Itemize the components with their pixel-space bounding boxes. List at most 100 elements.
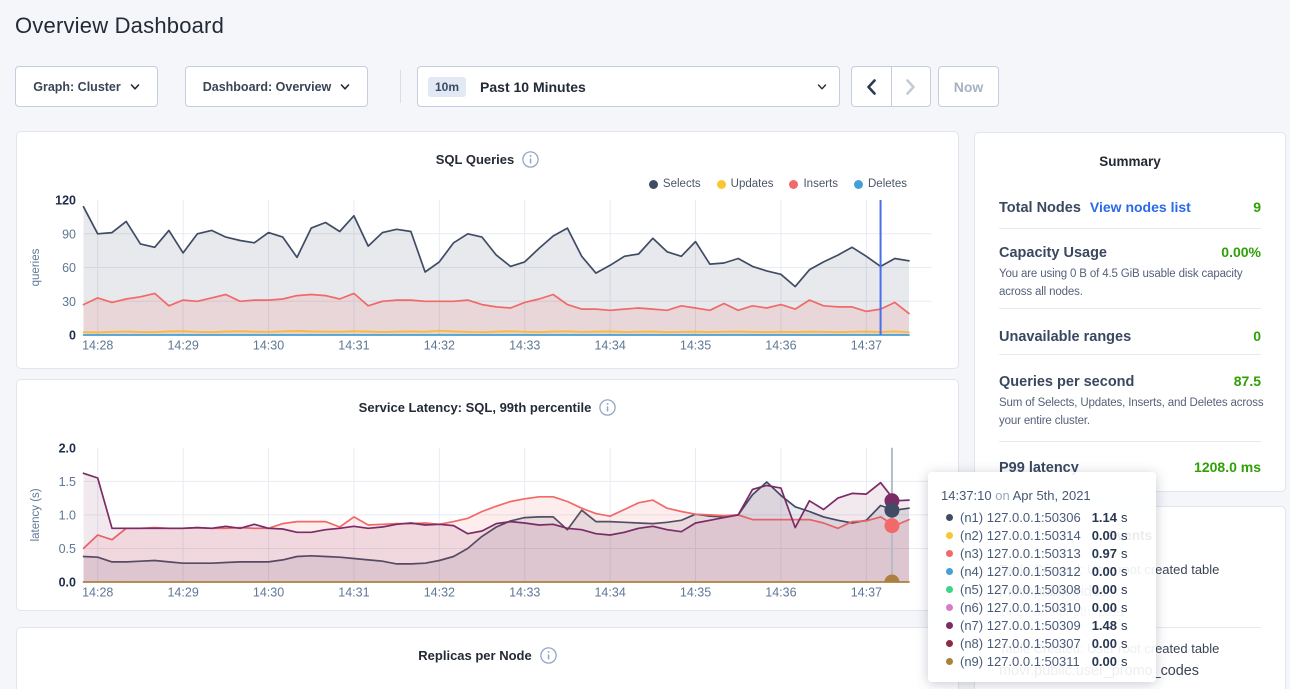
page-title: Overview Dashboard bbox=[15, 13, 224, 39]
info-circle-icon[interactable] bbox=[540, 647, 557, 664]
tooltip-node-row: (n1) 127.0.0.1:503061.14s bbox=[941, 508, 1129, 526]
svg-text:90: 90 bbox=[62, 227, 76, 241]
svg-text:60: 60 bbox=[62, 261, 76, 275]
chevron-down-icon bbox=[340, 82, 350, 92]
summary-row: Total NodesView nodes list9 bbox=[999, 199, 1261, 216]
tooltip-node-label: (n2) 127.0.0.1:50314 bbox=[960, 528, 1081, 543]
svg-text:14:36: 14:36 bbox=[765, 339, 796, 353]
svg-text:14:30: 14:30 bbox=[253, 339, 284, 353]
tooltip-node-label: (n7) 127.0.0.1:50309 bbox=[960, 618, 1081, 633]
svg-text:14:35: 14:35 bbox=[680, 586, 711, 600]
summary-row: Capacity Usage0.00% bbox=[999, 244, 1261, 261]
tooltip-node-label: (n5) 127.0.0.1:50308 bbox=[960, 582, 1081, 597]
summary-row-value: 1208.0 ms bbox=[1194, 459, 1261, 475]
chevron-down-icon bbox=[817, 82, 827, 92]
tooltip-node-label: (n8) 127.0.0.1:50307 bbox=[960, 636, 1081, 651]
svg-text:1.0: 1.0 bbox=[59, 508, 76, 522]
summary-row-value: 0 bbox=[1253, 328, 1261, 344]
tooltip-node-unit: s bbox=[1121, 546, 1129, 561]
tooltip-node-row: (n2) 127.0.0.1:50314 0.00 s bbox=[941, 526, 1129, 544]
svg-text:queries: queries bbox=[30, 248, 42, 286]
svg-text:14:29: 14:29 bbox=[167, 339, 198, 353]
tooltip-node-value: 0.97 bbox=[1092, 546, 1117, 561]
tooltip-node-row: (n4) 127.0.0.1:503120.00s bbox=[941, 562, 1129, 580]
time-next-button[interactable] bbox=[891, 67, 931, 106]
svg-text:2.0: 2.0 bbox=[59, 441, 76, 455]
time-range-dropdown[interactable]: 10m Past 10 Minutes bbox=[417, 66, 840, 107]
series-dot-icon bbox=[946, 622, 953, 629]
time-range-badge: 10m bbox=[428, 77, 466, 97]
time-prev-button[interactable] bbox=[852, 67, 891, 106]
time-range-label: Past 10 Minutes bbox=[480, 79, 586, 95]
tooltip-node-unit: s bbox=[1121, 654, 1129, 669]
svg-text:0.0: 0.0 bbox=[59, 576, 76, 590]
tooltip-node-value: 0.00 bbox=[1092, 528, 1117, 543]
summary-row-description: Sum of Selects, Updates, Inserts, and De… bbox=[999, 395, 1261, 430]
tooltip-node-unit: s bbox=[1121, 564, 1129, 579]
tooltip-node-value: 0.00 bbox=[1092, 582, 1117, 597]
svg-text:14:33: 14:33 bbox=[509, 339, 540, 353]
service-latency-plot[interactable]: 0.00.51.01.52.014:2814:2914:3014:3114:32… bbox=[17, 380, 960, 610]
svg-text:14:32: 14:32 bbox=[424, 586, 455, 600]
svg-text:0.5: 0.5 bbox=[59, 542, 76, 556]
series-dot-icon bbox=[946, 550, 953, 557]
summary-row-label: Unavailable ranges bbox=[999, 329, 1131, 345]
svg-text:120: 120 bbox=[55, 194, 76, 208]
dashboard-dropdown-label: Dashboard: Overview bbox=[203, 80, 332, 94]
replicas-per-node-chart-card: Replicas per Node bbox=[16, 627, 959, 689]
series-dot-icon bbox=[946, 640, 953, 647]
view-nodes-list-link[interactable]: View nodes list bbox=[1090, 199, 1191, 215]
graph-scope-dropdown[interactable]: Graph: Cluster bbox=[15, 66, 158, 107]
svg-text:14:36: 14:36 bbox=[765, 586, 796, 600]
tooltip-node-unit: s bbox=[1121, 600, 1129, 615]
series-dot-icon bbox=[946, 604, 953, 611]
sql-queries-chart-card: SQL Queries SelectsUpdatesInsertsDeletes… bbox=[16, 131, 959, 369]
svg-text:latency (s): latency (s) bbox=[30, 488, 42, 541]
tooltip-node-value: 0.00 bbox=[1092, 600, 1117, 615]
toolbar-divider bbox=[400, 70, 401, 103]
now-button[interactable]: Now bbox=[938, 66, 999, 107]
svg-text:14:31: 14:31 bbox=[338, 339, 369, 353]
tooltip-node-row: (n8) 127.0.0.1:503070.00s bbox=[941, 634, 1129, 652]
tooltip-node-row: (n6) 127.0.0.1:50310 0.00 s bbox=[941, 598, 1129, 616]
time-nav-group bbox=[851, 66, 931, 107]
dashboard-dropdown[interactable]: Dashboard: Overview bbox=[185, 66, 368, 107]
summary-divider bbox=[999, 308, 1261, 309]
tooltip-node-label: (n3) 127.0.0.1:50313 bbox=[960, 546, 1081, 561]
svg-text:14:31: 14:31 bbox=[338, 586, 369, 600]
summary-row-label: Capacity Usage bbox=[999, 245, 1107, 261]
tooltip-node-value: 1.14 bbox=[1092, 510, 1117, 525]
tooltip-timestamp: 14:37:10 on Apr 5th, 2021 bbox=[941, 488, 1129, 503]
chart-title-replicas-per-node: Replicas per Node bbox=[418, 648, 531, 663]
svg-text:14:33: 14:33 bbox=[509, 586, 540, 600]
tooltip-node-row: (n7) 127.0.0.1:50309 1.48 s bbox=[941, 616, 1129, 634]
chevron-left-icon bbox=[866, 79, 877, 95]
tooltip-node-value: 0.00 bbox=[1092, 636, 1117, 651]
summary-row-label: Queries per second bbox=[999, 374, 1134, 390]
tooltip-node-unit: s bbox=[1121, 528, 1129, 543]
service-latency-chart-card: Service Latency: SQL, 99th percentile 0.… bbox=[16, 379, 959, 611]
summary-row-description: You are using 0 B of 4.5 GiB usable disk… bbox=[999, 266, 1261, 301]
tooltip-node-row: (n9) 127.0.0.1:503110.00s bbox=[941, 652, 1129, 670]
tooltip-node-value: 0.00 bbox=[1092, 564, 1117, 579]
summary-row: Queries per second87.5 bbox=[999, 373, 1261, 390]
summary-title: Summary bbox=[999, 133, 1261, 169]
svg-text:30: 30 bbox=[62, 295, 76, 309]
tooltip-node-row: (n3) 127.0.0.1:50313 0.97 s bbox=[941, 544, 1129, 562]
summary-row-value: 9 bbox=[1253, 199, 1261, 215]
series-dot-icon bbox=[946, 658, 953, 665]
tooltip-node-value: 1.48 bbox=[1092, 618, 1117, 633]
svg-text:14:29: 14:29 bbox=[167, 586, 198, 600]
chevron-down-icon bbox=[130, 82, 140, 92]
svg-text:0: 0 bbox=[69, 329, 76, 343]
tooltip-node-label: (n6) 127.0.0.1:50310 bbox=[960, 600, 1081, 615]
svg-text:14:35: 14:35 bbox=[680, 339, 711, 353]
summary-divider bbox=[999, 354, 1261, 355]
tooltip-node-unit: s bbox=[1121, 618, 1129, 633]
svg-text:14:30: 14:30 bbox=[253, 586, 284, 600]
tooltip-node-label: (n1) 127.0.0.1:50306 bbox=[960, 510, 1081, 525]
series-dot-icon bbox=[946, 514, 953, 521]
svg-text:14:28: 14:28 bbox=[82, 339, 113, 353]
sql-queries-plot[interactable]: 030609012014:2814:2914:3014:3114:3214:33… bbox=[17, 132, 960, 368]
summary-panel: Summary Total NodesView nodes list9Capac… bbox=[974, 132, 1286, 492]
